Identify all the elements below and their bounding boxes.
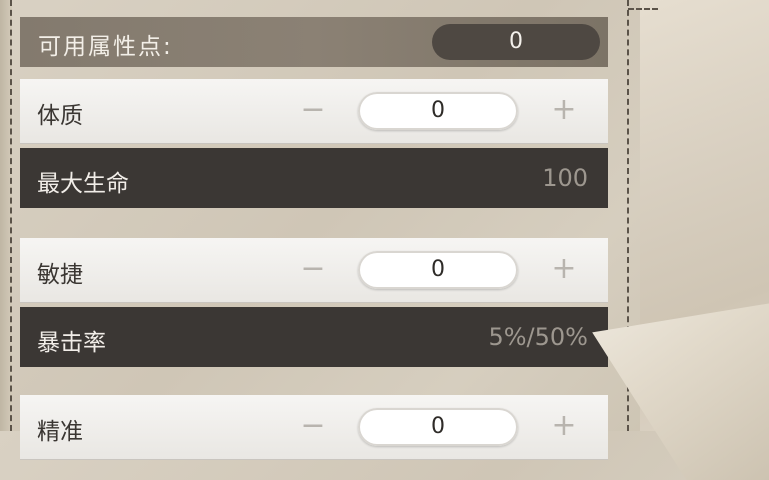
dashed-border-top [628, 8, 658, 10]
stat-value-field[interactable]: 0 [358, 92, 518, 130]
stat-name: 精准 [37, 419, 83, 445]
derived-stat-max-hp: 最大生命 100 [20, 148, 608, 208]
stat-name: 体质 [37, 103, 83, 129]
derived-stat-value: 100 [542, 164, 588, 192]
increase-button[interactable]: + [545, 92, 583, 130]
increase-button[interactable]: + [545, 251, 583, 289]
available-points-label: 可用属性点: [38, 34, 173, 60]
available-points-value: 0 [432, 24, 600, 60]
stat-value-field[interactable]: 0 [358, 408, 518, 446]
decrease-button[interactable]: − [294, 408, 332, 446]
stat-value-field[interactable]: 0 [358, 251, 518, 289]
derived-stat-name: 暴击率 [37, 330, 106, 356]
derived-stat-name: 最大生命 [37, 171, 129, 197]
decrease-button[interactable]: − [294, 92, 332, 130]
stat-row-agility: 敏捷 − 0 + [20, 238, 608, 303]
derived-stat-crit-rate: 暴击率 5%/50% [20, 307, 608, 367]
available-points-bar: 可用属性点: 0 [20, 17, 608, 67]
derived-stat-value: 5%/50% [488, 323, 588, 351]
stat-row-precision: 精准 − 0 + [20, 395, 608, 460]
dashed-border-left [10, 0, 12, 431]
stat-name: 敏捷 [37, 262, 83, 288]
increase-button[interactable]: + [545, 408, 583, 446]
stat-row-constitution: 体质 − 0 + [20, 79, 608, 144]
decrease-button[interactable]: − [294, 251, 332, 289]
